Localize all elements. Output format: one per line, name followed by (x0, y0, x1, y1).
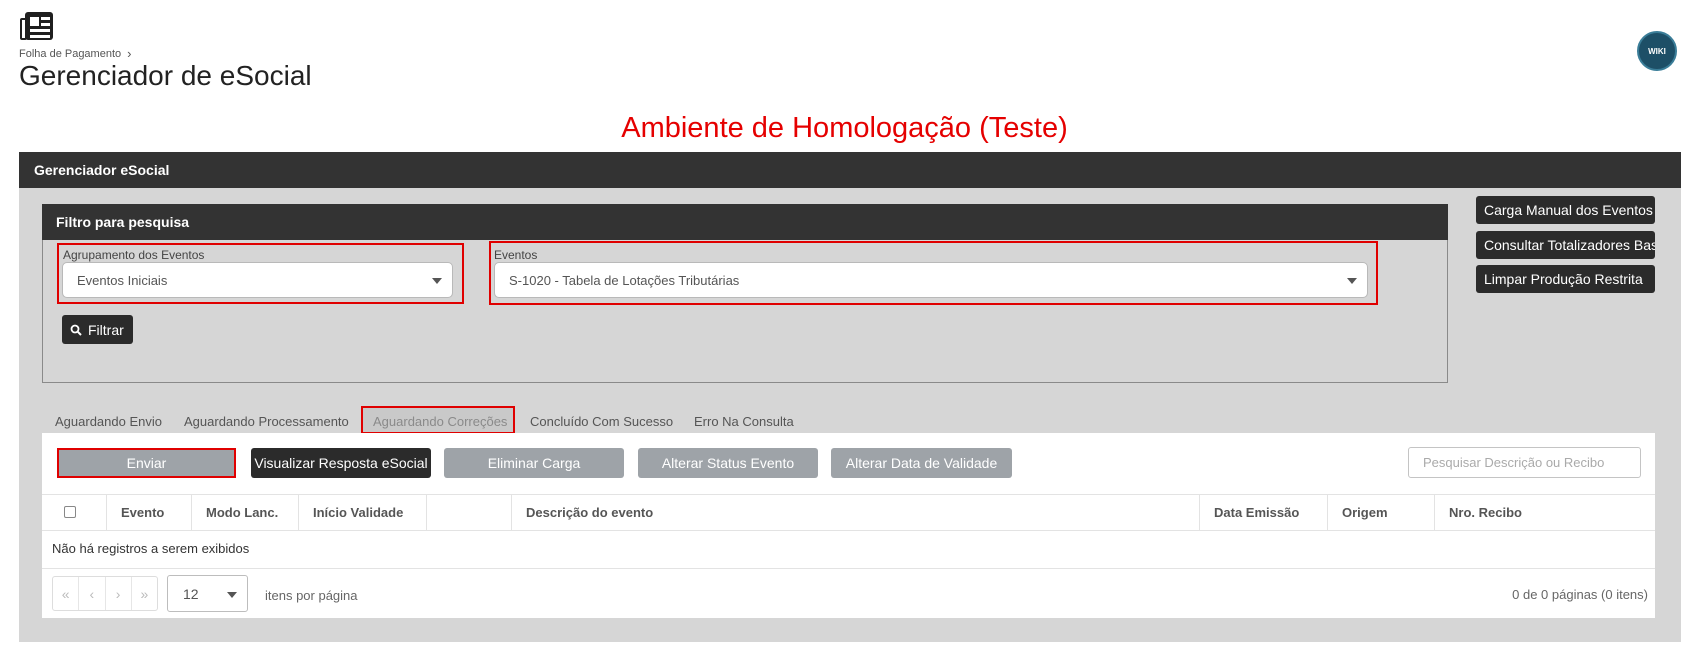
last-page-icon[interactable]: » (132, 577, 157, 610)
chevron-right-icon: › (127, 46, 132, 61)
select-all-checkbox[interactable] (64, 506, 76, 518)
send-button[interactable]: Enviar (57, 448, 236, 478)
next-page-icon[interactable]: › (106, 577, 132, 610)
page-title: Gerenciador de eSocial (19, 60, 312, 91)
delete-load-label: Eliminar Carga (487, 455, 581, 471)
change-status-button[interactable]: Alterar Status Evento (638, 448, 818, 478)
search-icon (70, 324, 82, 336)
caret-down-icon (1347, 278, 1357, 284)
send-button-label: Enviar (126, 455, 167, 471)
view-response-button[interactable]: Visualizar Resposta eSocial (251, 448, 431, 478)
change-validity-button[interactable]: Alterar Data de Validade (831, 448, 1012, 478)
group-select[interactable]: Eventos Iniciais (62, 262, 453, 298)
totalizers-label: Consultar Totalizadores Base (1484, 237, 1655, 253)
select-all-column (42, 495, 106, 530)
change-validity-label: Alterar Data de Validade (845, 455, 998, 471)
wiki-button[interactable]: WIKI (1637, 31, 1677, 71)
group-label: Agrupamento dos Eventos (63, 248, 205, 262)
prev-page-icon[interactable]: ‹ (79, 577, 106, 610)
delete-load-button[interactable]: Eliminar Carga (444, 448, 624, 478)
empty-message: Não há registros a serem exibidos (52, 541, 250, 556)
breadcrumb-link[interactable]: Folha de Pagamento (19, 48, 121, 60)
page-info: 0 de 0 páginas (0 itens) (1512, 587, 1648, 602)
events-select[interactable]: S-1020 - Tabela de Lotações Tributárias (494, 262, 1368, 298)
group-select-value: Eventos Iniciais (77, 273, 168, 288)
pager: « ‹ › » (52, 576, 158, 611)
breadcrumb: Folha de Pagamento › (19, 46, 131, 61)
tab-aguardando-processamento[interactable]: Aguardando Processamento (184, 414, 349, 429)
tab-aguardando-envio[interactable]: Aguardando Envio (55, 414, 162, 429)
grid-header: Evento Modo Lanc. Início Validade Descri… (42, 494, 1655, 531)
col-inicio-validade[interactable]: Início Validade (298, 495, 426, 530)
tab-aguardando-correcoes-label: Aguardando Correções (373, 414, 508, 429)
tab-aguardando-correcoes[interactable]: Aguardando Correções (361, 406, 515, 434)
page-size-select[interactable]: 12 (167, 575, 248, 612)
environment-banner: Ambiente de Homologação (Teste) (621, 112, 1068, 144)
page-size-value: 12 (183, 586, 199, 602)
tab-erro-na-consulta[interactable]: Erro Na Consulta (694, 414, 794, 429)
col-blank (426, 495, 511, 530)
panel-title: Gerenciador eSocial (19, 152, 1681, 188)
events-select-value: S-1020 - Tabela de Lotações Tributárias (509, 273, 740, 288)
clear-restricted-button[interactable]: Limpar Produção Restrita (1476, 265, 1655, 293)
col-evento[interactable]: Evento (106, 495, 191, 530)
filter-button[interactable]: Filtrar (62, 315, 133, 344)
filter-title: Filtro para pesquisa (42, 204, 1448, 240)
tab-concluido-com-sucesso[interactable]: Concluído Com Sucesso (530, 414, 673, 429)
search-input[interactable] (1408, 447, 1641, 478)
col-descricao[interactable]: Descrição do evento (511, 495, 1199, 530)
col-origem[interactable]: Origem (1327, 495, 1434, 530)
events-label: Eventos (494, 248, 538, 262)
filter-button-label: Filtrar (88, 321, 124, 338)
col-data-emissao[interactable]: Data Emissão (1199, 495, 1327, 530)
caret-down-icon (227, 592, 237, 598)
view-response-label: Visualizar Resposta eSocial (254, 455, 428, 471)
manual-load-label: Carga Manual dos Eventos (1484, 202, 1653, 218)
newspaper-icon (19, 10, 55, 42)
clear-restricted-label: Limpar Produção Restrita (1484, 271, 1643, 287)
manual-load-button[interactable]: Carga Manual dos Eventos (1476, 196, 1655, 224)
col-nro-recibo[interactable]: Nro. Recibo (1434, 495, 1648, 530)
change-status-label: Alterar Status Evento (661, 455, 795, 471)
caret-down-icon (432, 278, 442, 284)
col-modo-lanc[interactable]: Modo Lanc. (191, 495, 298, 530)
per-page-label: itens por página (265, 588, 358, 603)
first-page-icon[interactable]: « (53, 577, 80, 610)
totalizers-button[interactable]: Consultar Totalizadores Base (1476, 231, 1655, 259)
